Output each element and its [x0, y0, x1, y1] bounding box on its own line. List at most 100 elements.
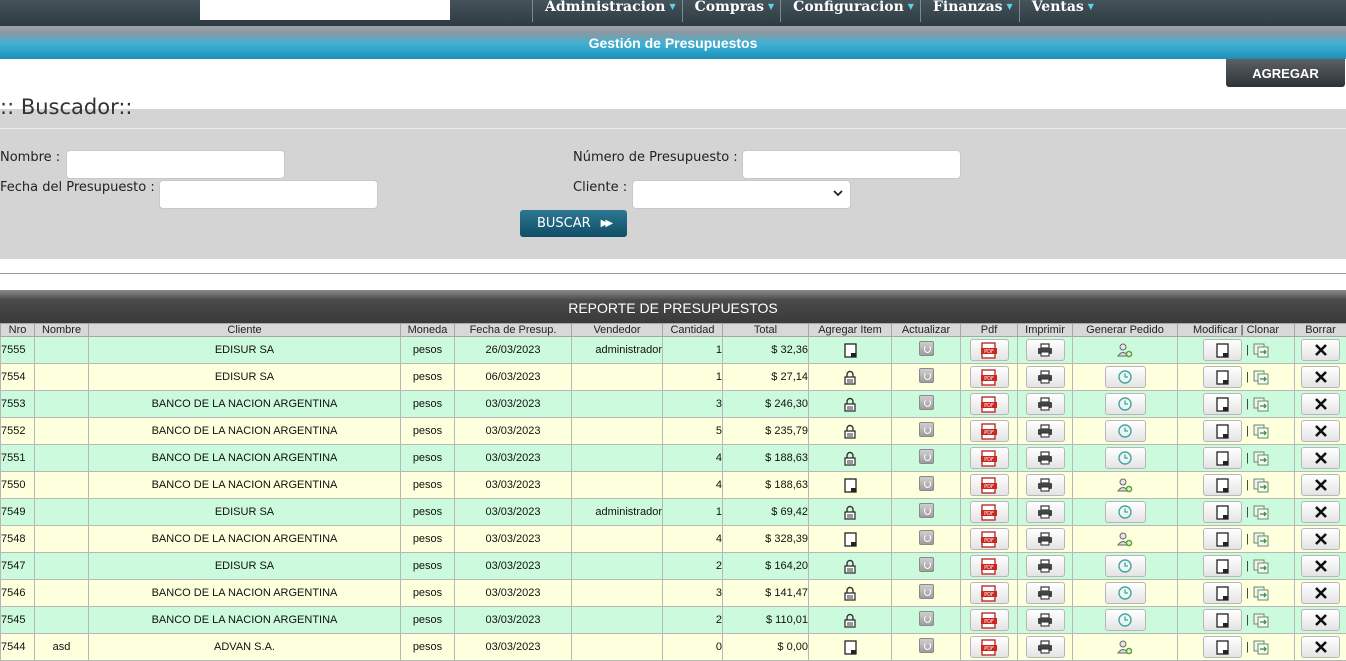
document-icon[interactable] [844, 478, 857, 493]
modify-button[interactable] [1203, 582, 1242, 604]
modify-button[interactable] [1203, 447, 1242, 469]
delete-button[interactable] [1301, 501, 1340, 523]
refresh-icon[interactable] [919, 557, 934, 572]
cliente-select[interactable] [632, 180, 851, 209]
refresh-icon[interactable] [919, 638, 934, 653]
nro-link[interactable]: 7546 [1, 580, 35, 607]
print-button[interactable] [1026, 609, 1065, 631]
menu-item-finanzas[interactable]: Finanzas▼ [920, 0, 1019, 22]
delete-button[interactable] [1301, 609, 1340, 631]
document-icon[interactable] [844, 532, 857, 547]
nro-link[interactable]: 7551 [1, 445, 35, 472]
refresh-icon[interactable] [919, 503, 934, 518]
delete-button[interactable] [1301, 582, 1340, 604]
pdf-button[interactable]: PDF [970, 555, 1009, 577]
document-icon[interactable] [844, 640, 857, 655]
generar-pedido-button[interactable] [1105, 366, 1146, 388]
nro-link[interactable]: 7547 [1, 553, 35, 580]
print-button[interactable] [1026, 447, 1065, 469]
refresh-icon[interactable] [919, 611, 934, 626]
nro-link[interactable]: 7544 [1, 634, 35, 661]
nro-link[interactable]: 7550 [1, 472, 35, 499]
print-button[interactable] [1026, 339, 1065, 361]
lock-icon[interactable] [843, 451, 857, 466]
clone-icon[interactable] [1253, 559, 1269, 574]
user-add-icon[interactable] [1117, 640, 1133, 655]
modify-button[interactable] [1203, 393, 1242, 415]
refresh-icon[interactable] [919, 422, 934, 437]
delete-button[interactable] [1301, 447, 1340, 469]
lock-icon[interactable] [843, 613, 857, 628]
delete-button[interactable] [1301, 636, 1340, 658]
refresh-icon[interactable] [919, 368, 934, 383]
nro-link[interactable]: 7555 [1, 337, 35, 364]
numero-input[interactable] [742, 150, 961, 179]
lock-icon[interactable] [843, 370, 857, 385]
refresh-icon[interactable] [919, 530, 934, 545]
generar-pedido-button[interactable] [1105, 447, 1146, 469]
delete-button[interactable] [1301, 528, 1340, 550]
print-button[interactable] [1026, 582, 1065, 604]
generar-pedido-button[interactable] [1105, 420, 1146, 442]
pdf-button[interactable]: PDF [970, 636, 1009, 658]
print-button[interactable] [1026, 366, 1065, 388]
nro-link[interactable]: 7554 [1, 364, 35, 391]
nro-link[interactable]: 7548 [1, 526, 35, 553]
pdf-button[interactable]: PDF [970, 582, 1009, 604]
pdf-button[interactable]: PDF [970, 501, 1009, 523]
menu-item-ventas[interactable]: Ventas▼ [1019, 0, 1100, 22]
print-button[interactable] [1026, 420, 1065, 442]
clone-icon[interactable] [1253, 505, 1269, 520]
refresh-icon[interactable] [919, 341, 934, 356]
generar-pedido-button[interactable] [1105, 609, 1146, 631]
user-add-icon[interactable] [1117, 532, 1133, 547]
delete-button[interactable] [1301, 420, 1340, 442]
modify-button[interactable] [1203, 636, 1242, 658]
clone-icon[interactable] [1253, 640, 1269, 655]
pdf-button[interactable]: PDF [970, 393, 1009, 415]
modify-button[interactable] [1203, 609, 1242, 631]
generar-pedido-button[interactable] [1105, 393, 1146, 415]
delete-button[interactable] [1301, 339, 1340, 361]
pdf-button[interactable]: PDF [970, 339, 1009, 361]
pdf-button[interactable]: PDF [970, 474, 1009, 496]
clone-icon[interactable] [1253, 343, 1269, 358]
lock-icon[interactable] [843, 424, 857, 439]
delete-button[interactable] [1301, 555, 1340, 577]
top-search-box[interactable] [200, 0, 450, 20]
clone-icon[interactable] [1253, 451, 1269, 466]
generar-pedido-button[interactable] [1105, 555, 1146, 577]
modify-button[interactable] [1203, 555, 1242, 577]
print-button[interactable] [1026, 474, 1065, 496]
print-button[interactable] [1026, 501, 1065, 523]
add-button[interactable]: AGREGAR [1226, 59, 1345, 87]
modify-button[interactable] [1203, 339, 1242, 361]
print-button[interactable] [1026, 555, 1065, 577]
pdf-button[interactable]: PDF [970, 447, 1009, 469]
nro-link[interactable]: 7545 [1, 607, 35, 634]
print-button[interactable] [1026, 528, 1065, 550]
clone-icon[interactable] [1253, 532, 1269, 547]
refresh-icon[interactable] [919, 449, 934, 464]
pdf-button[interactable]: PDF [970, 420, 1009, 442]
delete-button[interactable] [1301, 393, 1340, 415]
modify-button[interactable] [1203, 474, 1242, 496]
modify-button[interactable] [1203, 420, 1242, 442]
clone-icon[interactable] [1253, 586, 1269, 601]
modify-button[interactable] [1203, 501, 1242, 523]
user-add-icon[interactable] [1117, 478, 1133, 493]
refresh-icon[interactable] [919, 395, 934, 410]
menu-item-administracion[interactable]: Administracion▼ [532, 0, 682, 22]
delete-button[interactable] [1301, 474, 1340, 496]
nro-link[interactable]: 7549 [1, 499, 35, 526]
clone-icon[interactable] [1253, 424, 1269, 439]
clone-icon[interactable] [1253, 370, 1269, 385]
lock-icon[interactable] [843, 559, 857, 574]
modify-button[interactable] [1203, 528, 1242, 550]
buscar-button[interactable]: BUSCAR ▶▶ [520, 210, 627, 237]
pdf-button[interactable]: PDF [970, 609, 1009, 631]
menu-item-compras[interactable]: Compras▼ [682, 0, 781, 22]
menu-item-configuracion[interactable]: Configuracion▼ [780, 0, 920, 22]
document-icon[interactable] [844, 343, 857, 358]
print-button[interactable] [1026, 636, 1065, 658]
